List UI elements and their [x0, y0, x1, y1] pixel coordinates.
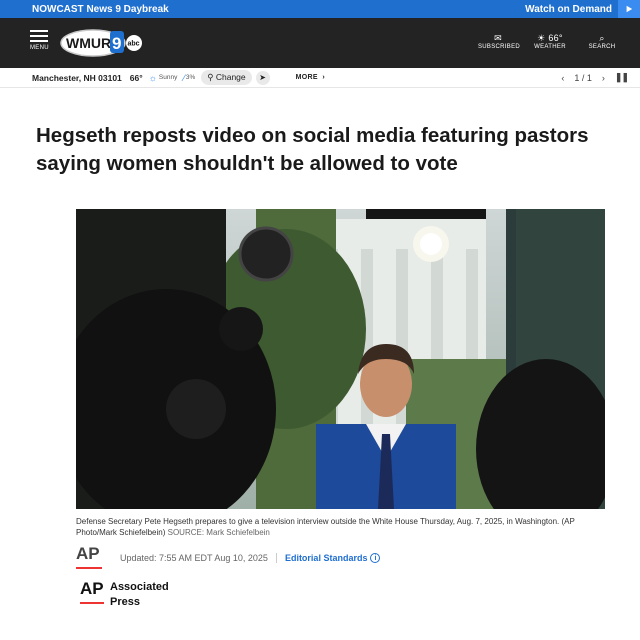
prev-arrow-icon[interactable]: ‹ — [561, 73, 564, 83]
article-headline: Hegseth reposts video on social media fe… — [36, 124, 589, 175]
photo-illustration — [76, 209, 605, 509]
nowcast-label[interactable]: NOWCAST News 9 Daybreak — [32, 4, 169, 15]
updated-timestamp: Updated: 7:55 AM EDT Aug 10, 2025 — [120, 553, 277, 563]
play-icon[interactable] — [618, 0, 640, 18]
photo-caption: Defense Secretary Pete Hegseth prepares … — [76, 516, 606, 538]
precip-text: 3% — [185, 74, 196, 81]
weather-button[interactable]: ☀ 66° WEATHER — [530, 33, 570, 50]
sun-icon: ☀ 66° — [537, 33, 563, 43]
site-header: MENU WMUR 9 abc ✉ SUBSCRIBED ☀ 66° WEATH… — [0, 18, 640, 68]
mail-icon: ✉ — [494, 33, 502, 43]
wmur-logo[interactable]: WMUR 9 abc — [60, 28, 146, 58]
byline-line1: Associated — [110, 581, 169, 593]
weather-label: WEATHER — [534, 44, 566, 50]
subscribed-button[interactable]: ✉ SUBSCRIBED — [478, 33, 521, 50]
caption-text: Defense Secretary Pete Hegseth prepares … — [76, 517, 575, 537]
watch-on-demand-link[interactable]: Watch on Demand — [525, 4, 618, 15]
location-text: Manchester, NH 03101 — [32, 72, 122, 83]
menu-label: MENU — [30, 45, 49, 51]
change-location-button[interactable]: ⚲ Change — [201, 70, 252, 85]
editorial-standards-link[interactable]: Editorial Standards i — [285, 553, 381, 563]
menu-button[interactable]: MENU — [30, 30, 49, 51]
ap-byline-logo-text: AP — [80, 579, 104, 598]
more-button[interactable]: MORE › — [296, 74, 325, 81]
logo-channel: 9 — [112, 34, 121, 53]
pause-icon[interactable]: ❚❚ — [615, 72, 629, 83]
raindrop-icon: ⁄ — [183, 72, 185, 83]
weather-strip: Manchester, NH 03101 66° ☼ Sunny ⁄ 3% ⚲ … — [0, 68, 640, 88]
search-icon: ⌕ — [599, 33, 605, 43]
temperature: 66° — [129, 72, 143, 83]
ap-logo: AP — [76, 545, 106, 571]
info-icon: i — [370, 553, 381, 563]
byline[interactable]: AP Associated Press — [80, 580, 169, 610]
alert-pager: ‹ 1 / 1 › ❚❚ — [561, 72, 629, 83]
search-label: SEARCH — [588, 44, 616, 50]
change-label: Change — [215, 72, 246, 82]
byline-line2: Press — [110, 596, 140, 608]
next-arrow-icon[interactable]: › — [602, 73, 605, 83]
subscribed-label: SUBSCRIBED — [478, 44, 521, 50]
search-button[interactable]: ⌕ SEARCH — [582, 33, 622, 50]
article-photo[interactable] — [76, 209, 605, 509]
ap-logo-text: AP — [76, 544, 100, 563]
article-meta: AP Updated: 7:55 AM EDT Aug 10, 2025 Edi… — [76, 545, 606, 571]
logo-network: abc — [128, 41, 140, 48]
logo-text: WMUR — [66, 35, 111, 51]
sun-icon: ☼ — [148, 72, 157, 83]
nowcast-bar[interactable]: NOWCAST News 9 Daybreak Watch on Demand — [0, 0, 640, 18]
locate-me-button[interactable]: ➤ — [255, 70, 270, 85]
hamburger-icon — [30, 30, 48, 42]
chevron-right-icon: › — [320, 74, 325, 81]
condition-text: Sunny — [158, 74, 178, 81]
photo-source: SOURCE: Mark Schiefelbein — [167, 528, 270, 537]
more-label: MORE — [295, 74, 318, 81]
pin-icon: ⚲ — [207, 72, 214, 82]
ap-byline-logo: AP — [80, 580, 106, 604]
byline-name: Associated Press — [110, 580, 169, 610]
navigation-arrow-icon: ➤ — [259, 73, 266, 82]
editorial-standards-label: Editorial Standards — [284, 553, 368, 563]
pager-count: 1 / 1 — [574, 72, 592, 83]
